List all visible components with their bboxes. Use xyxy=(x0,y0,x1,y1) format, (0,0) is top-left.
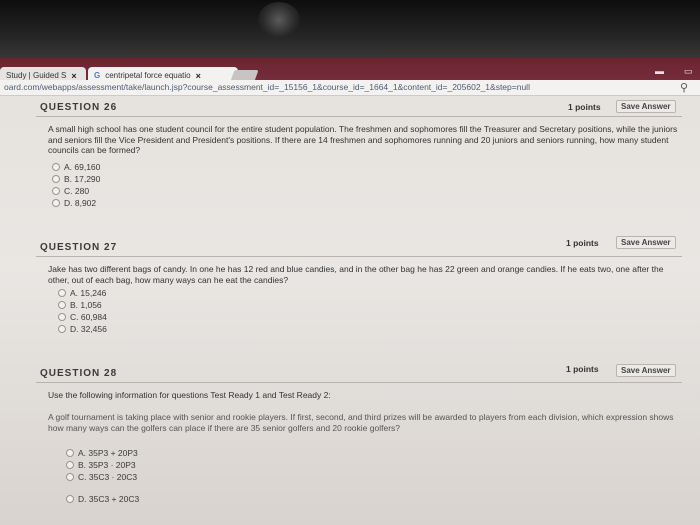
option-label: C. 280 xyxy=(64,186,90,196)
assessment-page: QUESTION 26 1 points Save Answer A small… xyxy=(0,96,700,525)
option-label: A. 69,160 xyxy=(64,162,101,172)
divider xyxy=(36,256,682,257)
radio-button[interactable] xyxy=(52,199,60,207)
answer-option[interactable]: D. 32,456 xyxy=(58,324,107,334)
answer-option[interactable]: A. 69,160 xyxy=(52,162,100,172)
question-header: QUESTION 27 1 points Save Answer xyxy=(0,236,700,256)
option-label: D. 35C3 + 20C3 xyxy=(78,494,140,504)
points-label: 1 points xyxy=(568,102,601,112)
radio-button[interactable] xyxy=(66,461,74,469)
tab-label: Study | Guided S xyxy=(6,71,67,80)
answer-option[interactable]: D. 35C3 + 20C3 xyxy=(66,494,139,504)
option-label: A. 35P3 + 20P3 xyxy=(78,448,138,458)
answer-option[interactable]: B. 17,290 xyxy=(52,174,100,184)
radio-button[interactable] xyxy=(58,301,66,309)
webcam-glare xyxy=(258,2,300,38)
question-text: Jake has two different bags of candy. In… xyxy=(48,264,664,285)
answer-option[interactable]: B. 1,056 xyxy=(58,300,102,310)
address-bar[interactable]: oard.com/webapps/assessment/take/launch.… xyxy=(0,80,700,96)
divider xyxy=(36,116,682,117)
option-label: D. 32,456 xyxy=(70,324,107,334)
question-text: A small high school has one student coun… xyxy=(48,124,678,155)
option-label: B. 1,056 xyxy=(70,300,102,310)
radio-button[interactable] xyxy=(66,473,74,481)
answer-option[interactable]: C. 280 xyxy=(52,186,89,196)
answer-option[interactable]: B. 35P3 · 20P3 xyxy=(66,460,136,470)
radio-button[interactable] xyxy=(58,289,66,297)
answer-option[interactable]: A. 15,246 xyxy=(58,288,106,298)
url-text: oard.com/webapps/assessment/take/launch.… xyxy=(4,82,530,92)
points-label: 1 points xyxy=(566,238,599,248)
answer-option[interactable]: A. 35P3 + 20P3 xyxy=(66,448,138,458)
maximize-icon[interactable]: ▭ xyxy=(684,66,693,77)
save-answer-button[interactable]: Save Answer xyxy=(616,100,676,113)
answer-option[interactable]: C. 60,984 xyxy=(58,312,107,322)
save-answer-button[interactable]: Save Answer xyxy=(616,236,676,249)
option-label: D. 8,902 xyxy=(64,198,97,208)
save-answer-button[interactable]: Save Answer xyxy=(616,364,676,377)
question-text: A golf tournament is taking place with s… xyxy=(48,412,674,433)
search-icon[interactable]: ⚲ xyxy=(680,81,688,94)
radio-button[interactable] xyxy=(58,325,66,333)
radio-button[interactable] xyxy=(66,449,74,457)
radio-button[interactable] xyxy=(58,313,66,321)
option-label: B. 17,290 xyxy=(64,174,101,184)
divider xyxy=(36,382,682,383)
question-title: QUESTION 26 xyxy=(40,102,118,113)
minimize-icon[interactable]: ▬ xyxy=(655,66,664,76)
points-label: 1 points xyxy=(566,364,599,374)
tab-label: centripetal force equatio xyxy=(105,71,191,80)
screen-bezel xyxy=(0,0,700,62)
option-label: B. 35P3 · 20P3 xyxy=(78,460,136,470)
option-label: A. 15,246 xyxy=(70,288,107,298)
answer-option[interactable]: D. 8,902 xyxy=(52,198,96,208)
radio-button[interactable] xyxy=(52,175,60,183)
question-title: QUESTION 28 xyxy=(40,368,118,379)
option-label: C. 35C3 · 20C3 xyxy=(78,472,138,482)
radio-button[interactable] xyxy=(52,187,60,195)
question-title: QUESTION 27 xyxy=(40,242,118,253)
question-intro: Use the following information for questi… xyxy=(48,390,331,400)
question-header: QUESTION 28 1 points Save Answer xyxy=(0,364,700,382)
radio-button[interactable] xyxy=(52,163,60,171)
google-icon: G xyxy=(94,71,101,80)
answer-option[interactable]: C. 35C3 · 20C3 xyxy=(66,472,137,482)
radio-button[interactable] xyxy=(66,495,74,503)
option-label: C. 60,984 xyxy=(70,312,107,322)
